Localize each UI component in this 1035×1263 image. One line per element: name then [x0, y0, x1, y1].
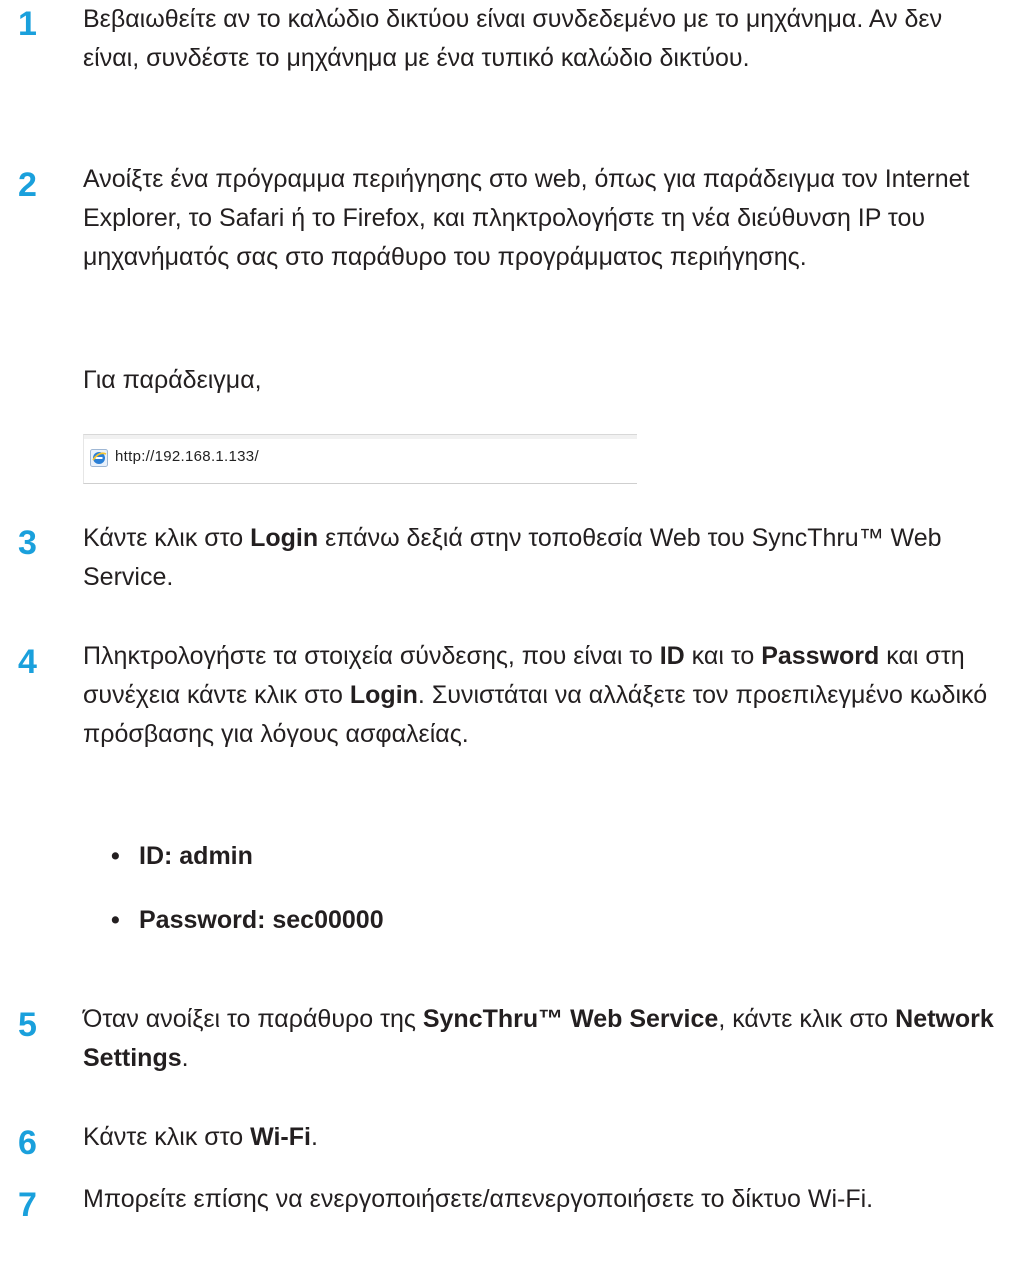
text-run: . [310, 1123, 318, 1151]
internet-explorer-icon [90, 449, 108, 467]
text-run: Όταν ανοίξει το παράθυρο της [83, 1005, 423, 1033]
bold-term: Password [761, 642, 880, 670]
step-text: Κάντε κλικ στο Login επάνω δεξιά στην το… [83, 519, 1003, 597]
step-number: 7 [18, 1186, 37, 1224]
text-run: . [181, 1044, 189, 1072]
address-bar: http://192.168.1.133/ [83, 434, 637, 484]
bold-term: Wi-Fi [250, 1123, 311, 1151]
step-text: Πληκτρολογήστε τα στοιχεία σύνδεσης, που… [83, 637, 998, 754]
step-number: 2 [18, 166, 37, 204]
step-text: Μπορείτε επίσης να ενεργοποιήσετε/απενερ… [83, 1180, 1028, 1219]
step-text: Βεβαιωθείτε αν το καλώδιο δικτύου είναι … [83, 0, 988, 78]
step-text: Όταν ανοίξει το παράθυρο της SyncThru™ W… [83, 1000, 998, 1078]
example-label: Για παράδειγμα, [83, 366, 262, 394]
step-text: Κάντε κλικ στο Wi-Fi. [83, 1118, 1031, 1157]
text-run: Κάντε κλικ στο [83, 524, 251, 552]
text-run: Πληκτρολογήστε τα στοιχεία σύνδεσης, που… [83, 642, 660, 670]
url-text: http://192.168.1.133/ [115, 448, 259, 465]
text-run: και το [684, 642, 762, 670]
step-number: 4 [18, 643, 37, 681]
step-number: 3 [18, 524, 37, 562]
text-run: Μπορείτε επίσης να ενεργοποιήσετε/απενερ… [83, 1185, 874, 1213]
bold-term: ID [659, 642, 685, 670]
text-run: Ανοίξτε ένα πρόγραμμα περιήγησης στο web… [83, 165, 970, 271]
step-number: 5 [18, 1006, 37, 1044]
bold-term: SyncThru™ Web Service [422, 1005, 719, 1033]
text-run: Βεβαιωθείτε αν το καλώδιο δικτύου είναι … [83, 5, 943, 72]
text-run: Κάντε κλικ στο [83, 1123, 251, 1151]
bold-term: Login [250, 524, 319, 552]
instructions-page: 1 Βεβαιωθείτε αν το καλώδιο δικτύου είνα… [0, 0, 1035, 1263]
step-text: Ανοίξτε ένα πρόγραμμα περιήγησης στο web… [83, 160, 1031, 277]
bullet-icon: • [111, 906, 120, 934]
bullet-icon: • [111, 842, 120, 870]
bold-term: Login [349, 681, 418, 709]
step-number: 6 [18, 1124, 37, 1162]
text-run: , κάντε κλικ στο [718, 1005, 896, 1033]
step-number: 1 [18, 5, 37, 43]
